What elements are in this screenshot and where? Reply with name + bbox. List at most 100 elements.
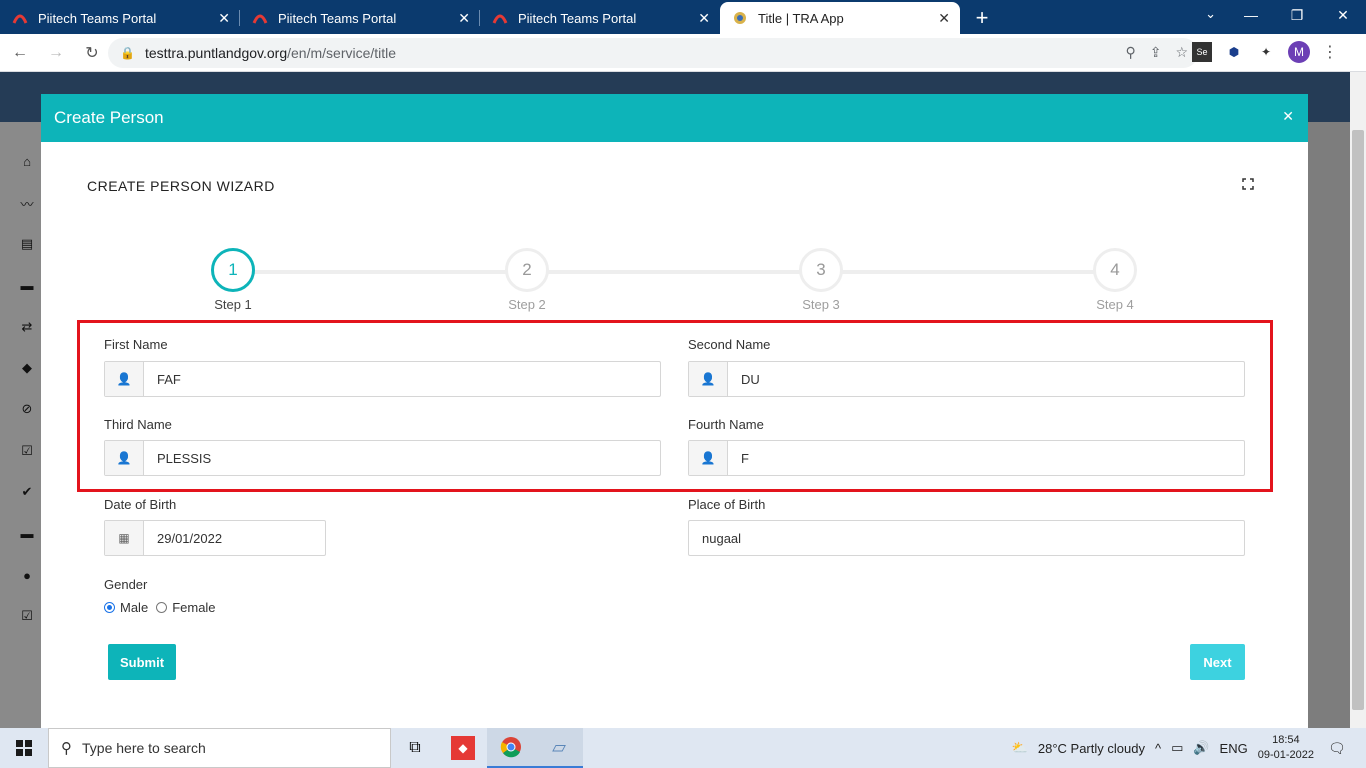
minimize-icon[interactable]: —: [1228, 0, 1274, 30]
step-1[interactable]: 1 Step 1: [193, 248, 273, 312]
step-4[interactable]: 4 Step 4: [1075, 248, 1155, 312]
first-name-field[interactable]: 👤 FAF: [104, 361, 661, 397]
first-name-value[interactable]: FAF: [144, 362, 660, 396]
car-icon[interactable]: ▬: [18, 524, 36, 542]
wizard-title: CREATE PERSON WIZARD: [87, 178, 275, 194]
notification-icon[interactable]: 🗨: [1328, 740, 1356, 757]
extension-icons: Se ⬢ ✦ M ⋮: [1192, 41, 1338, 63]
tab-close-icon[interactable]: ✕: [458, 10, 470, 27]
tab-close-icon[interactable]: ✕: [938, 10, 950, 27]
forward-arrow-icon[interactable]: →: [40, 37, 72, 69]
date-of-birth-value[interactable]: 29/01/2022: [144, 521, 325, 555]
browser-tab-strip: Piitech Teams Portal ✕ Piitech Teams Por…: [0, 0, 1366, 34]
browser-tab-active[interactable]: Title | TRA App ✕: [720, 2, 960, 34]
first-name-label: First Name: [104, 337, 168, 352]
clock-time: 18:54: [1272, 734, 1300, 746]
place-of-birth-field[interactable]: nugaal: [688, 520, 1245, 556]
omnibox-actions: ⚲ ⇪ ☆: [1125, 44, 1188, 61]
tab-title: Piitech Teams Portal: [38, 10, 157, 26]
reload-icon[interactable]: ↻: [76, 37, 108, 69]
female-label[interactable]: Female: [172, 600, 215, 615]
male-label[interactable]: Male: [120, 600, 148, 615]
second-name-value[interactable]: DU: [728, 362, 1244, 396]
share-icon[interactable]: ⇪: [1150, 44, 1162, 61]
tab-title: Piitech Teams Portal: [278, 10, 397, 26]
language-indicator[interactable]: ENG: [1220, 741, 1248, 756]
back-arrow-icon[interactable]: ←: [4, 37, 36, 69]
wizard-steps: 1 Step 1 2 Step 2 3 Step 3 4 Step 4: [41, 248, 1308, 318]
battery-icon[interactable]: ▭: [1171, 740, 1183, 756]
new-tab-icon[interactable]: +: [966, 2, 998, 34]
selenium-extension-icon[interactable]: Se: [1192, 42, 1212, 62]
zoom-icon[interactable]: ⚲: [1125, 44, 1135, 61]
tab-search-chevron-icon[interactable]: ⌄: [1205, 6, 1216, 22]
taskbar-search[interactable]: ⚲ Type here to search: [48, 728, 391, 768]
task-view-icon[interactable]: ⧉: [391, 728, 439, 768]
portal-favicon-icon: [252, 10, 268, 26]
lock-icon: 🔒: [120, 46, 135, 60]
volume-icon[interactable]: 🔊: [1193, 740, 1209, 756]
list-icon[interactable]: ▤: [18, 235, 36, 253]
tab-title: Piitech Teams Portal: [518, 10, 637, 26]
tray-chevron-icon[interactable]: ^: [1155, 741, 1161, 756]
third-name-label: Third Name: [104, 417, 172, 432]
puzzle-extensions-icon[interactable]: ✦: [1256, 42, 1276, 62]
second-name-field[interactable]: 👤 DU: [688, 361, 1245, 397]
anydesk-icon[interactable]: ◆: [439, 728, 487, 768]
chrome-icon[interactable]: [487, 728, 535, 768]
calendar-icon[interactable]: ▦: [105, 521, 144, 555]
chart-line-icon[interactable]: 〰: [18, 194, 36, 212]
app-window-icon[interactable]: ▱: [535, 728, 583, 768]
step-2[interactable]: 2 Step 2: [487, 248, 567, 312]
checkbox-icon[interactable]: ☑: [18, 607, 36, 625]
tags-icon[interactable]: ◆: [18, 359, 36, 377]
shield-extension-icon[interactable]: ⬢: [1224, 42, 1244, 62]
date-of-birth-label: Date of Birth: [104, 497, 177, 512]
bookmark-star-icon[interactable]: ☆: [1175, 44, 1188, 61]
ban-icon[interactable]: ⊘: [18, 400, 36, 418]
checkbox-icon[interactable]: ☑: [18, 442, 36, 460]
gender-label: Gender: [104, 577, 148, 592]
transfer-icon[interactable]: ⇄: [18, 318, 36, 336]
browser-tab-2[interactable]: Piitech Teams Portal ✕: [240, 2, 480, 34]
female-radio[interactable]: [156, 602, 168, 613]
user-icon: 👤: [105, 441, 144, 475]
fullscreen-icon[interactable]: [1242, 178, 1256, 192]
tab-close-icon[interactable]: ✕: [698, 10, 710, 27]
close-window-icon[interactable]: ✕: [1320, 0, 1366, 30]
portal-favicon-icon: [492, 10, 508, 26]
fourth-name-field[interactable]: 👤 F: [688, 440, 1245, 476]
browser-tab-3[interactable]: Piitech Teams Portal ✕: [480, 2, 720, 34]
fourth-name-value[interactable]: F: [728, 441, 1244, 475]
chrome-menu-icon[interactable]: ⋮: [1322, 42, 1338, 62]
third-name-value[interactable]: PLESSIS: [144, 441, 660, 475]
restore-icon[interactable]: ❐: [1274, 0, 1320, 30]
step-label: Step 4: [1096, 297, 1134, 312]
clock-date: 09-01-2022: [1257, 749, 1314, 761]
next-button[interactable]: Next: [1190, 644, 1245, 680]
date-of-birth-field[interactable]: ▦ 29/01/2022: [104, 520, 326, 556]
third-name-field[interactable]: 👤 PLESSIS: [104, 440, 661, 476]
search-placeholder: Type here to search: [82, 740, 206, 756]
windows-start-icon[interactable]: [0, 728, 48, 768]
taskbar-clock[interactable]: 18:54 09-01-2022: [1258, 733, 1314, 763]
tra-favicon-icon: [732, 10, 748, 26]
submit-button[interactable]: Submit: [108, 644, 176, 680]
address-bar[interactable]: 🔒 testtra.puntlandgov.org/en/m/service/t…: [108, 38, 1198, 68]
modal-close-icon[interactable]: ✕: [1282, 108, 1294, 125]
browser-tab-1[interactable]: Piitech Teams Portal ✕: [0, 2, 240, 34]
male-radio[interactable]: [104, 602, 115, 613]
user-icon[interactable]: ●: [18, 566, 36, 584]
step-3[interactable]: 3 Step 3: [781, 248, 861, 312]
user-icon: 👤: [689, 441, 728, 475]
scrollbar-thumb[interactable]: [1352, 130, 1364, 710]
weather-icon[interactable]: ⛅: [1012, 740, 1028, 756]
profile-avatar[interactable]: M: [1288, 41, 1310, 63]
weather-text[interactable]: 28°C Partly cloudy: [1038, 741, 1145, 756]
portal-favicon-icon: [12, 10, 28, 26]
tab-close-icon[interactable]: ✕: [218, 10, 230, 27]
home-icon[interactable]: ⌂: [18, 152, 36, 170]
check-icon[interactable]: ✔: [18, 483, 36, 501]
car-icon[interactable]: ▬: [18, 276, 36, 294]
step-circle: 3: [799, 248, 843, 292]
